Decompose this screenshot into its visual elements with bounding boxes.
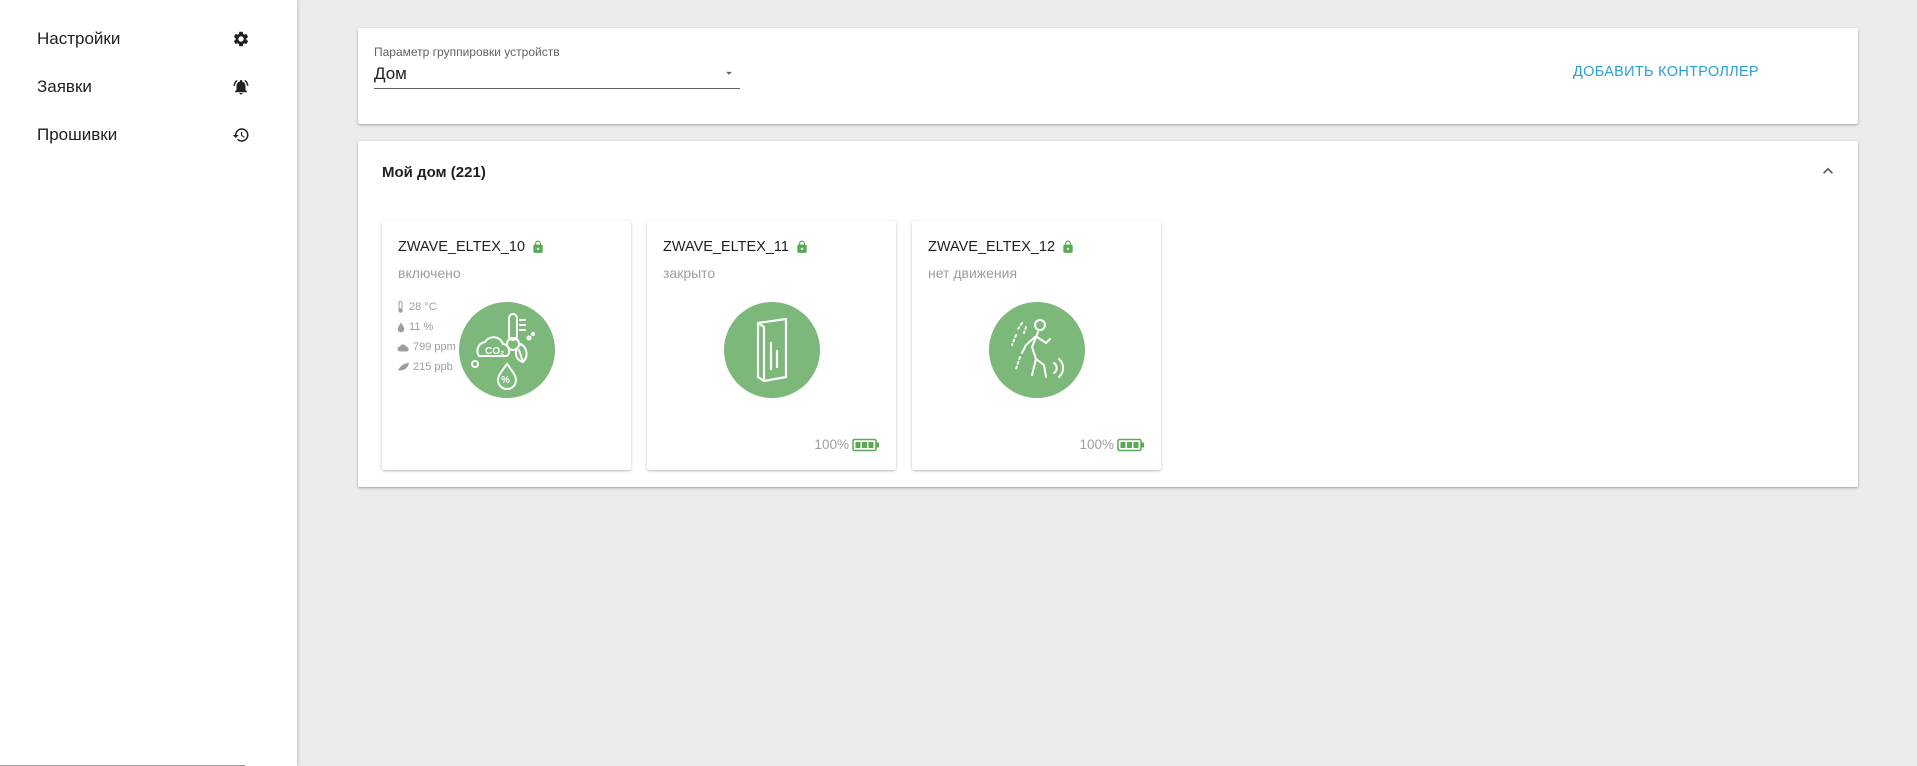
device-name: ZWAVE_ELTEX_12 <box>928 239 1056 255</box>
device-status: нет движения <box>928 265 1018 281</box>
motion-sensor-icon <box>989 302 1085 398</box>
sidebar-item-label: Заявки <box>37 77 92 96</box>
battery-indicator: 100% <box>814 437 880 452</box>
device-card[interactable]: ZWAVE_ELTEX_10 включено CO₂ % 28 °C 11 %… <box>382 221 631 470</box>
grouping-label: Параметр группировки устройств <box>374 45 560 59</box>
collapse-button[interactable] <box>1818 161 1838 186</box>
metric-humidity: 11 % <box>397 317 456 337</box>
history-icon <box>230 124 252 146</box>
svg-text:CO₂: CO₂ <box>485 346 504 357</box>
metric-value: 215 ppb <box>413 361 453 373</box>
device-name-row: ZWAVE_ELTEX_10 <box>398 239 545 255</box>
home-group-title: Мой дом (221) <box>382 164 486 181</box>
battery-full-icon <box>852 438 880 452</box>
battery-level: 100% <box>1079 437 1114 452</box>
battery-full-icon <box>1117 438 1145 452</box>
battery-indicator: 100% <box>1079 437 1145 452</box>
grouping-panel: Параметр группировки устройств Дом ДОБАВ… <box>358 28 1858 124</box>
metric-temperature: 28 °C <box>397 297 456 317</box>
device-name-row: ZWAVE_ELTEX_12 <box>928 239 1075 255</box>
metric-value: 799 ppm <box>413 341 456 353</box>
door-sensor-icon <box>724 302 820 398</box>
sidebar-item-label: Настройки <box>37 29 121 48</box>
svg-text:%: % <box>501 375 510 386</box>
add-controller-button[interactable]: ДОБАВИТЬ КОНТРОЛЛЕР <box>1573 64 1759 80</box>
lock-icon <box>795 240 809 254</box>
air-quality-sensor-icon: CO₂ % <box>459 302 555 398</box>
cloud-icon <box>397 341 411 353</box>
metric-value: 28 °C <box>409 301 437 313</box>
sidebar: Настройки Заявки Прошивки <box>0 0 297 766</box>
device-card[interactable]: ZWAVE_ELTEX_12 нет движения 100% <box>912 221 1161 470</box>
device-status: закрыто <box>663 265 716 281</box>
device-status: включено <box>398 265 461 281</box>
device-name: ZWAVE_ELTEX_10 <box>398 239 526 255</box>
chevron-up-icon <box>1823 167 1833 174</box>
thermometer-icon <box>397 301 407 313</box>
humidity-drop-icon <box>397 321 407 333</box>
metric-voc: 215 ppb <box>397 357 456 377</box>
device-name: ZWAVE_ELTEX_11 <box>663 239 789 255</box>
leaf-icon <box>397 361 411 373</box>
alarm-bell-icon <box>230 76 252 98</box>
home-group-panel: Мой дом (221) ZWAVE_ELTEX_10 включено CO… <box>358 141 1858 487</box>
gear-icon <box>230 28 252 50</box>
device-name-row: ZWAVE_ELTEX_11 <box>663 239 809 255</box>
lock-icon <box>531 240 545 254</box>
grouping-select-value: Дом <box>374 64 407 83</box>
lock-icon <box>1061 240 1075 254</box>
sidebar-item-label: Прошивки <box>37 125 118 144</box>
battery-level: 100% <box>814 437 849 452</box>
metric-co2: 799 ppm <box>397 337 456 357</box>
device-card[interactable]: ZWAVE_ELTEX_11 закрыто 100% <box>647 221 896 470</box>
device-metrics: 28 °C 11 % 799 ppm 215 ppb <box>397 297 456 377</box>
dropdown-arrow-icon <box>722 66 736 85</box>
sidebar-item-requests[interactable]: Заявки <box>0 63 297 111</box>
sidebar-item-firmware[interactable]: Прошивки <box>0 111 297 159</box>
metric-value: 11 % <box>409 321 434 333</box>
grouping-select[interactable]: Дом <box>374 62 740 89</box>
sidebar-item-settings[interactable]: Настройки <box>0 15 297 63</box>
